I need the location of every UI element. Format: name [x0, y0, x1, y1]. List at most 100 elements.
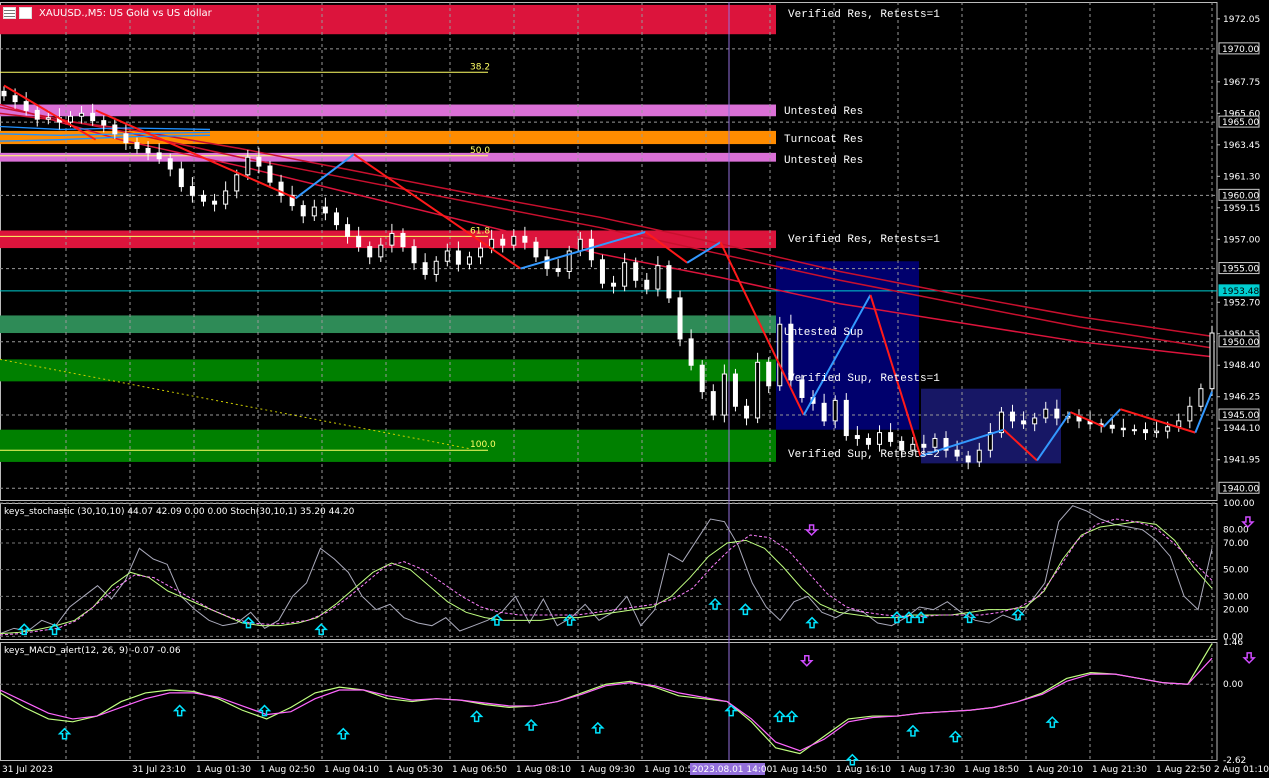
time-label-11: 1 Aug 14:50	[772, 765, 827, 775]
candle-body	[212, 200, 218, 205]
time-label-13: 1 Aug 17:30	[900, 765, 955, 775]
stoch-tick-label-0: 100.00	[1223, 499, 1255, 509]
price-box-label-6: 1945.00	[1222, 411, 1259, 421]
candle-body	[699, 364, 705, 393]
stoch-tick-label-3: 50.00	[1223, 566, 1249, 576]
candle-body	[611, 282, 617, 287]
time-label-1: 31 Jul 23:10	[132, 765, 186, 775]
candle-body	[455, 250, 461, 265]
candle-body	[134, 142, 140, 149]
candle-body	[400, 232, 406, 248]
price-box-label-1: 1965.00	[1222, 118, 1259, 128]
candle-body	[79, 112, 85, 117]
table-icon[interactable]	[3, 7, 16, 19]
candle-body	[622, 262, 628, 287]
candle-body	[1021, 420, 1027, 425]
candle-body	[976, 449, 982, 463]
candle-body	[1154, 430, 1160, 434]
candle-body	[433, 260, 439, 275]
price-tick-label-1: 1967.75	[1223, 78, 1260, 88]
time-label-8: 1 Aug 09:30	[580, 765, 635, 775]
price-box-label-3: 1955.00	[1222, 265, 1259, 275]
zone-label-1: Untested Res	[784, 106, 863, 118]
zone-label-2: Turncoat Res	[784, 134, 863, 146]
stoch-tick-label-4: 30.00	[1223, 592, 1249, 602]
candle-body	[300, 205, 306, 217]
candle-body	[112, 124, 118, 135]
time-label-7: 1 Aug 08:10	[516, 765, 571, 775]
candle-body	[1109, 424, 1115, 429]
candle-body	[1120, 427, 1126, 431]
zone-label-6: Verified Sup, Retests=1	[788, 373, 940, 385]
zone-5	[0, 315, 776, 334]
candle-body	[677, 297, 683, 340]
candle-body	[23, 101, 29, 111]
fib-label-1: 50.0	[470, 146, 490, 156]
candle-body	[921, 443, 927, 448]
ma-blue-1-line	[0, 125, 211, 131]
fibonacci-levels: 38.250.061.8100.0	[0, 62, 496, 451]
macd-up-arrow-13	[1045, 716, 1060, 728]
zone-3	[0, 152, 776, 162]
candle-body	[189, 186, 195, 196]
candle-body	[1198, 388, 1204, 407]
stoch-up-arrow-5	[562, 613, 577, 626]
candle-body	[843, 399, 849, 437]
candle-body	[178, 168, 184, 188]
candle-body	[422, 262, 428, 275]
candle-body	[533, 241, 539, 258]
price-tick-label-12: 1941.95	[1223, 456, 1260, 466]
time-label-5: 1 Aug 05:30	[388, 765, 443, 775]
candle-body	[965, 455, 971, 463]
price-tick-label-5: 1959.15	[1223, 204, 1260, 214]
candle-body	[688, 338, 694, 366]
candle-body	[932, 437, 938, 448]
time-label-17: 1 Aug 22:50	[1156, 765, 1211, 775]
candle-body	[522, 235, 528, 243]
zigzag-seg-16	[1194, 391, 1213, 433]
candle-body	[478, 247, 484, 258]
candle-body	[633, 262, 639, 281]
candle-body	[865, 437, 871, 445]
macd-macd-line	[0, 643, 1213, 755]
candle-body	[854, 435, 860, 439]
stoch-up-arrow-11	[914, 611, 928, 624]
candle-body	[1032, 417, 1038, 425]
symbol-title-bar: XAUUSD.,M5: US Gold vs US dollar	[3, 5, 212, 21]
price-tick-label-3: 1963.45	[1223, 141, 1260, 151]
time-label-3: 1 Aug 02:50	[260, 765, 315, 775]
price-tick-label-4: 1961.30	[1223, 172, 1260, 182]
candle-body	[101, 120, 107, 126]
candle-body	[200, 194, 206, 202]
candle-body	[777, 323, 783, 387]
candle-body	[167, 158, 173, 170]
zigzag-seg-13	[1069, 411, 1105, 428]
stoch-tick-label-5: 20.00	[1223, 606, 1249, 616]
macd-up-arrow-1	[172, 704, 187, 717]
symbol-title: XAUUSD.,M5: US Gold vs US dollar	[39, 7, 212, 19]
mt-chart[interactable]: 38.250.061.8100.0 keys_stochastic (30,10…	[0, 0, 1269, 778]
candle-body	[655, 265, 661, 290]
candle-body	[577, 238, 583, 252]
candle-body	[1187, 405, 1193, 422]
macd-up-arrow-4	[469, 710, 484, 723]
candle-body	[322, 206, 328, 214]
time-label-12: 1 Aug 16:10	[836, 765, 891, 775]
chart-icon[interactable]	[19, 7, 32, 19]
stoch-tick-label-2: 70.00	[1223, 539, 1249, 549]
candle-body	[954, 449, 960, 457]
time-label-16: 1 Aug 21:30	[1092, 765, 1147, 775]
zone-label-0: Verified Res, Retests=1	[788, 9, 940, 21]
candle-body	[666, 265, 672, 299]
candle-body	[1, 90, 7, 97]
candle-body	[466, 256, 472, 265]
zone-label-7: Verified Sup, Retests=2	[788, 449, 940, 461]
candle-body	[832, 399, 838, 422]
candle-body	[1043, 408, 1049, 419]
zone-7	[0, 429, 776, 462]
zone-1	[0, 104, 776, 117]
stochastic-panel: keys_stochastic (30,10,10) 44.07 42.09 0…	[0, 499, 1255, 642]
time-label-18: 2 Aug 01:10	[1214, 765, 1269, 775]
candle-body	[411, 246, 417, 264]
candle-body	[888, 432, 894, 442]
